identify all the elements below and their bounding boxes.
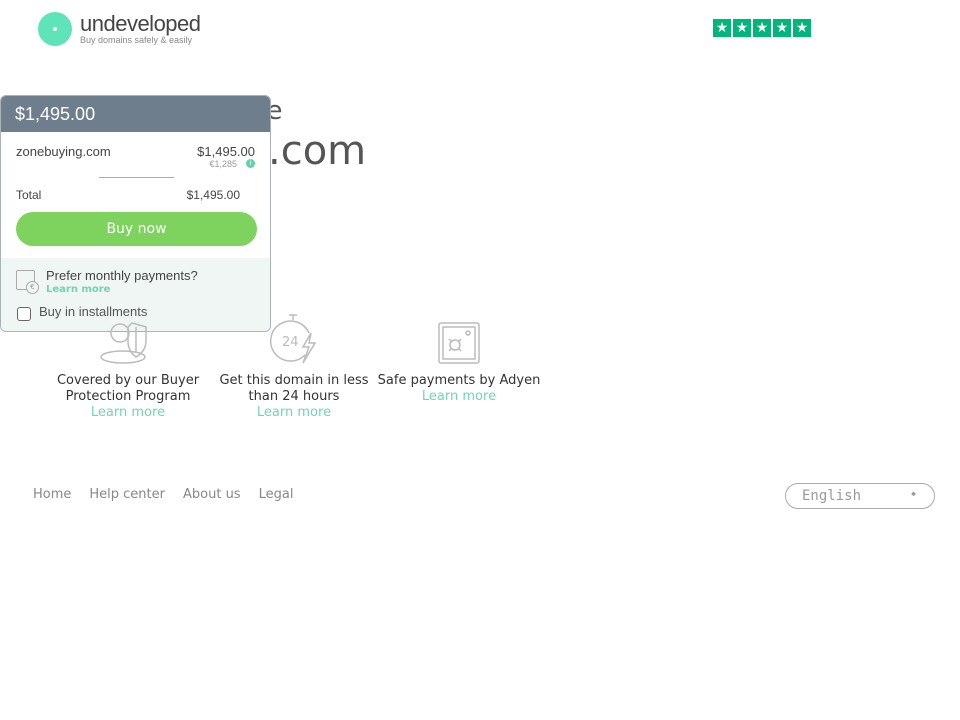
svg-text:24: 24 bbox=[282, 335, 299, 350]
star-icon: ★ bbox=[793, 19, 811, 37]
total-label: Total bbox=[16, 188, 42, 202]
stopwatch-24-icon: 24 bbox=[209, 305, 379, 365]
feature-learn-more-link[interactable]: Learn more bbox=[209, 405, 379, 421]
star-icon: ★ bbox=[753, 19, 771, 37]
domain-price-eur: €1,285 bbox=[209, 159, 237, 169]
footer-link-about-us[interactable]: About us bbox=[183, 487, 241, 502]
headline-line2: .com bbox=[268, 128, 367, 174]
trustpilot-rating[interactable]: ★ ★ ★ ★ ★ bbox=[713, 19, 811, 37]
shield-person-icon bbox=[43, 305, 213, 365]
star-icon: ★ bbox=[733, 19, 751, 37]
language-select[interactable]: English ◆ bbox=[785, 483, 935, 509]
feature-text: Covered by our Buyer Protection Program bbox=[56, 373, 200, 404]
logo-icon bbox=[38, 12, 72, 46]
feature-learn-more-link[interactable]: Learn more bbox=[43, 405, 213, 421]
buy-now-button[interactable]: Buy now bbox=[16, 212, 257, 246]
divider bbox=[99, 177, 174, 178]
installments-checkbox[interactable] bbox=[17, 307, 31, 321]
feature-safe-payments: Safe payments by Adyen Learn more bbox=[374, 305, 544, 405]
panel-price: $1,495.00 bbox=[1, 96, 270, 132]
star-icon: ★ bbox=[713, 19, 731, 37]
feature-buyer-protection: Covered by our Buyer Protection Program … bbox=[43, 305, 213, 421]
select-arrow-icon: ◆ bbox=[911, 489, 916, 498]
checkout-panel: $1,495.00 zonebuying.com $1,495.00 €1,28… bbox=[0, 95, 271, 332]
feature-learn-more-link[interactable]: Learn more bbox=[374, 389, 544, 405]
feature-fast-delivery: 24 Get this domain in less than 24 hours… bbox=[209, 305, 379, 421]
total-value: $1,495.00 bbox=[186, 188, 240, 202]
monthly-text: Prefer monthly payments? bbox=[46, 268, 198, 283]
brand-tagline: Buy domains safely & easily bbox=[80, 35, 193, 45]
domain-name: zonebuying.com bbox=[16, 144, 111, 159]
star-icon: ★ bbox=[773, 19, 791, 37]
feature-text: Safe payments by Adyen bbox=[377, 373, 541, 388]
footer-nav: Home Help center About us Legal bbox=[33, 487, 293, 502]
monthly-learn-more-link[interactable]: Learn more bbox=[46, 284, 110, 295]
language-value: English bbox=[802, 488, 862, 504]
domain-price: $1,495.00 bbox=[197, 144, 255, 159]
brand-name: undeveloped bbox=[80, 11, 201, 36]
calendar-euro-icon bbox=[16, 270, 39, 294]
safe-icon bbox=[374, 305, 544, 365]
footer-link-legal[interactable]: Legal bbox=[259, 487, 294, 502]
info-icon[interactable]: i bbox=[246, 159, 255, 168]
feature-text: Get this domain in less than 24 hours bbox=[219, 373, 369, 404]
footer-link-help-center[interactable]: Help center bbox=[89, 487, 165, 502]
logo[interactable]: undeveloped Buy domains safely & easily bbox=[38, 12, 201, 46]
footer-link-home[interactable]: Home bbox=[33, 487, 71, 502]
